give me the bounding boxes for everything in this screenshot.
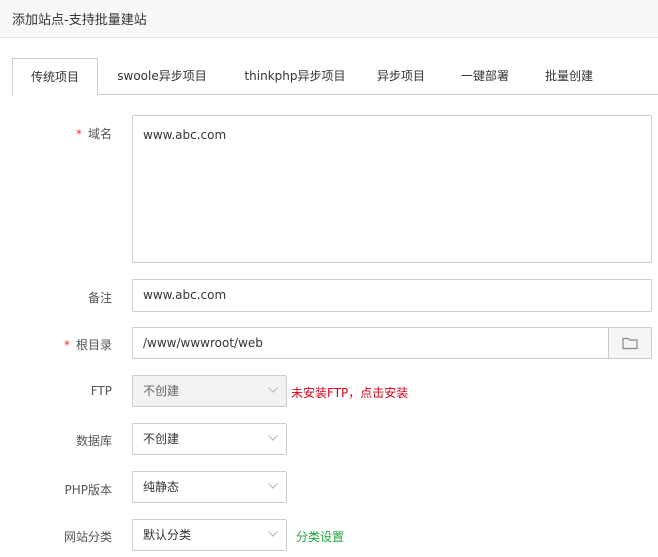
tab-batch-create[interactable]: 批量创建 bbox=[536, 58, 602, 95]
database-label: 数据库 bbox=[75, 434, 112, 448]
ftp-selected-value: 不创建 bbox=[143, 384, 180, 398]
domain-label: * 域名 bbox=[75, 127, 112, 141]
ftp-label: FTP bbox=[90, 384, 112, 398]
root-path-input[interactable]: /www/wwwroot/web bbox=[132, 327, 609, 359]
database-selected-value: 不创建 bbox=[143, 432, 180, 446]
tab-bar: 传统项目 swoole异步项目 thinkphp异步项目 异步项目 一键部署 批… bbox=[12, 58, 658, 96]
tab-async[interactable]: 异步项目 bbox=[368, 58, 434, 95]
dialog-titlebar: 添加站点-支持批量建站 bbox=[0, 0, 658, 38]
required-mark: * bbox=[63, 338, 70, 352]
chevron-down-icon bbox=[268, 435, 278, 441]
root-label: * 根目录 bbox=[63, 338, 112, 352]
site-category-select[interactable]: 默认分类 bbox=[132, 519, 287, 551]
chevron-down-icon bbox=[268, 531, 278, 537]
tab-one-click-deploy[interactable]: 一键部署 bbox=[452, 58, 518, 95]
php-version-selected-value: 纯静态 bbox=[143, 480, 180, 494]
php-version-label: PHP版本 bbox=[64, 483, 113, 497]
category-settings-link[interactable]: 分类设置 bbox=[296, 528, 344, 545]
required-mark: * bbox=[75, 127, 82, 141]
dialog-title: 添加站点-支持批量建站 bbox=[12, 13, 147, 28]
site-category-label: 网站分类 bbox=[63, 530, 112, 544]
php-version-select[interactable]: 纯静态 bbox=[132, 471, 287, 503]
tab-traditional[interactable]: 传统项目 bbox=[12, 58, 98, 96]
domain-textarea[interactable]: www.abc.com bbox=[132, 115, 652, 263]
database-select[interactable]: 不创建 bbox=[132, 423, 287, 455]
site-category-selected-value: 默认分类 bbox=[143, 528, 192, 542]
remark-label: 备注 bbox=[87, 291, 112, 305]
ftp-select[interactable]: 不创建 bbox=[132, 375, 287, 407]
tab-swoole[interactable]: swoole异步项目 bbox=[104, 58, 220, 95]
install-ftp-link[interactable]: 未安装FTP，点击安装 bbox=[291, 384, 408, 401]
chevron-down-icon bbox=[268, 387, 278, 393]
browse-folder-button[interactable] bbox=[608, 327, 652, 359]
folder-icon bbox=[622, 337, 638, 350]
chevron-down-icon bbox=[268, 483, 278, 489]
tab-thinkphp[interactable]: thinkphp异步项目 bbox=[230, 58, 360, 95]
remark-input[interactable]: www.abc.com bbox=[132, 279, 652, 312]
